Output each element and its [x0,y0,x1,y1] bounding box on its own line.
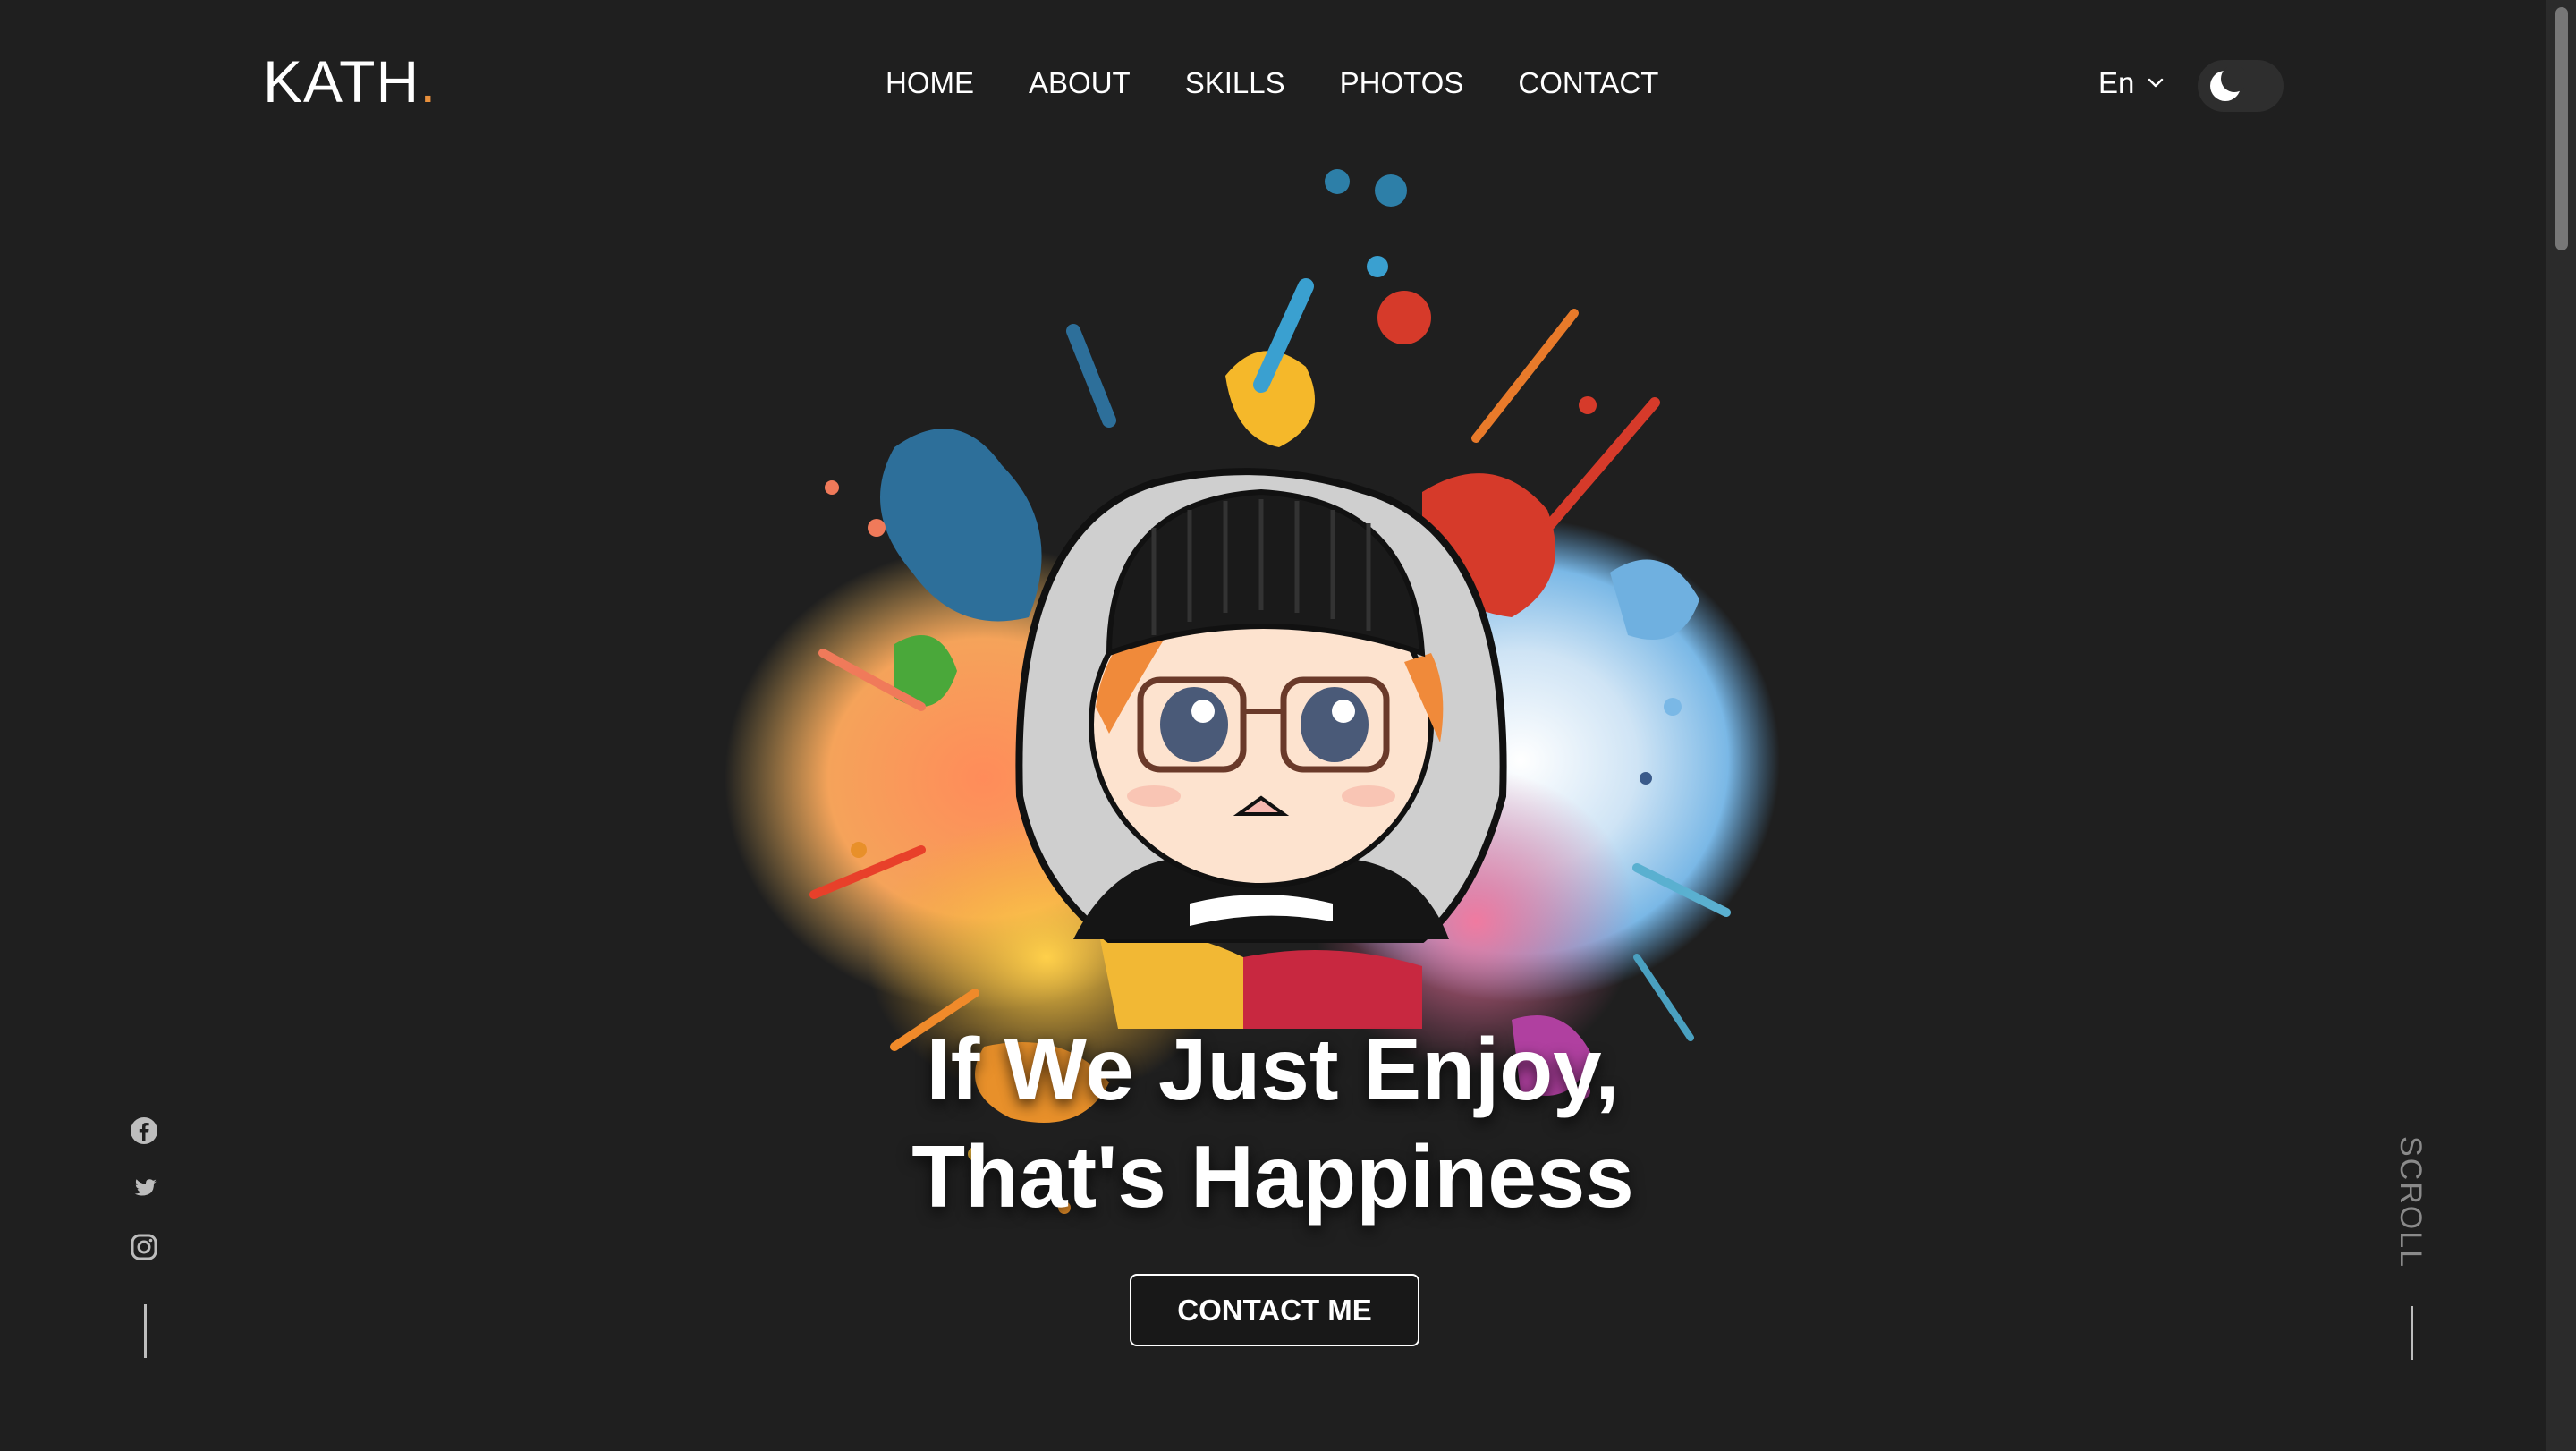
language-value: En [2098,66,2135,99]
chevron-down-icon [2148,78,2164,87]
twitter-icon[interactable] [130,1175,158,1203]
brand-dot: . [419,48,437,115]
nav-about[interactable]: ABOUT [1029,68,1131,98]
main-nav: HOME ABOUT SKILLS PHOTOS CONTACT [886,68,1658,98]
moon-icon [2210,67,2244,101]
avatar [1015,468,1507,943]
page-scrollbar[interactable] [2546,0,2576,1451]
hero-headline-line1: If We Just Enjoy, [926,1020,1620,1118]
nav-skills[interactable]: SKILLS [1185,68,1285,98]
instagram-icon[interactable] [130,1233,158,1261]
language-selector[interactable]: En [2098,68,2165,98]
brand-logo[interactable]: KATH. [263,52,436,111]
brand-name: KATH [263,48,420,115]
nav-home[interactable]: HOME [886,68,974,98]
nav-contact[interactable]: CONTACT [1518,68,1658,98]
social-divider-line [144,1304,147,1358]
page: KATH. HOME ABOUT SKILLS PHOTOS CONTACT E… [0,0,2576,1451]
social-links [130,1116,158,1261]
nav-photos[interactable]: PHOTOS [1340,68,1464,98]
facebook-icon[interactable] [130,1116,158,1145]
contact-me-button[interactable]: CONTACT ME [1130,1274,1419,1346]
scroll-indicator[interactable]: SCROLL [2392,1136,2428,1279]
hero-headline-line2: That's Happiness [911,1127,1634,1226]
scroll-line [2411,1306,2413,1360]
theme-toggle[interactable] [2198,60,2284,112]
scrollbar-thumb[interactable] [2555,7,2568,250]
hero-headline: If We Just Enjoy, That's Happiness [0,1015,2546,1230]
